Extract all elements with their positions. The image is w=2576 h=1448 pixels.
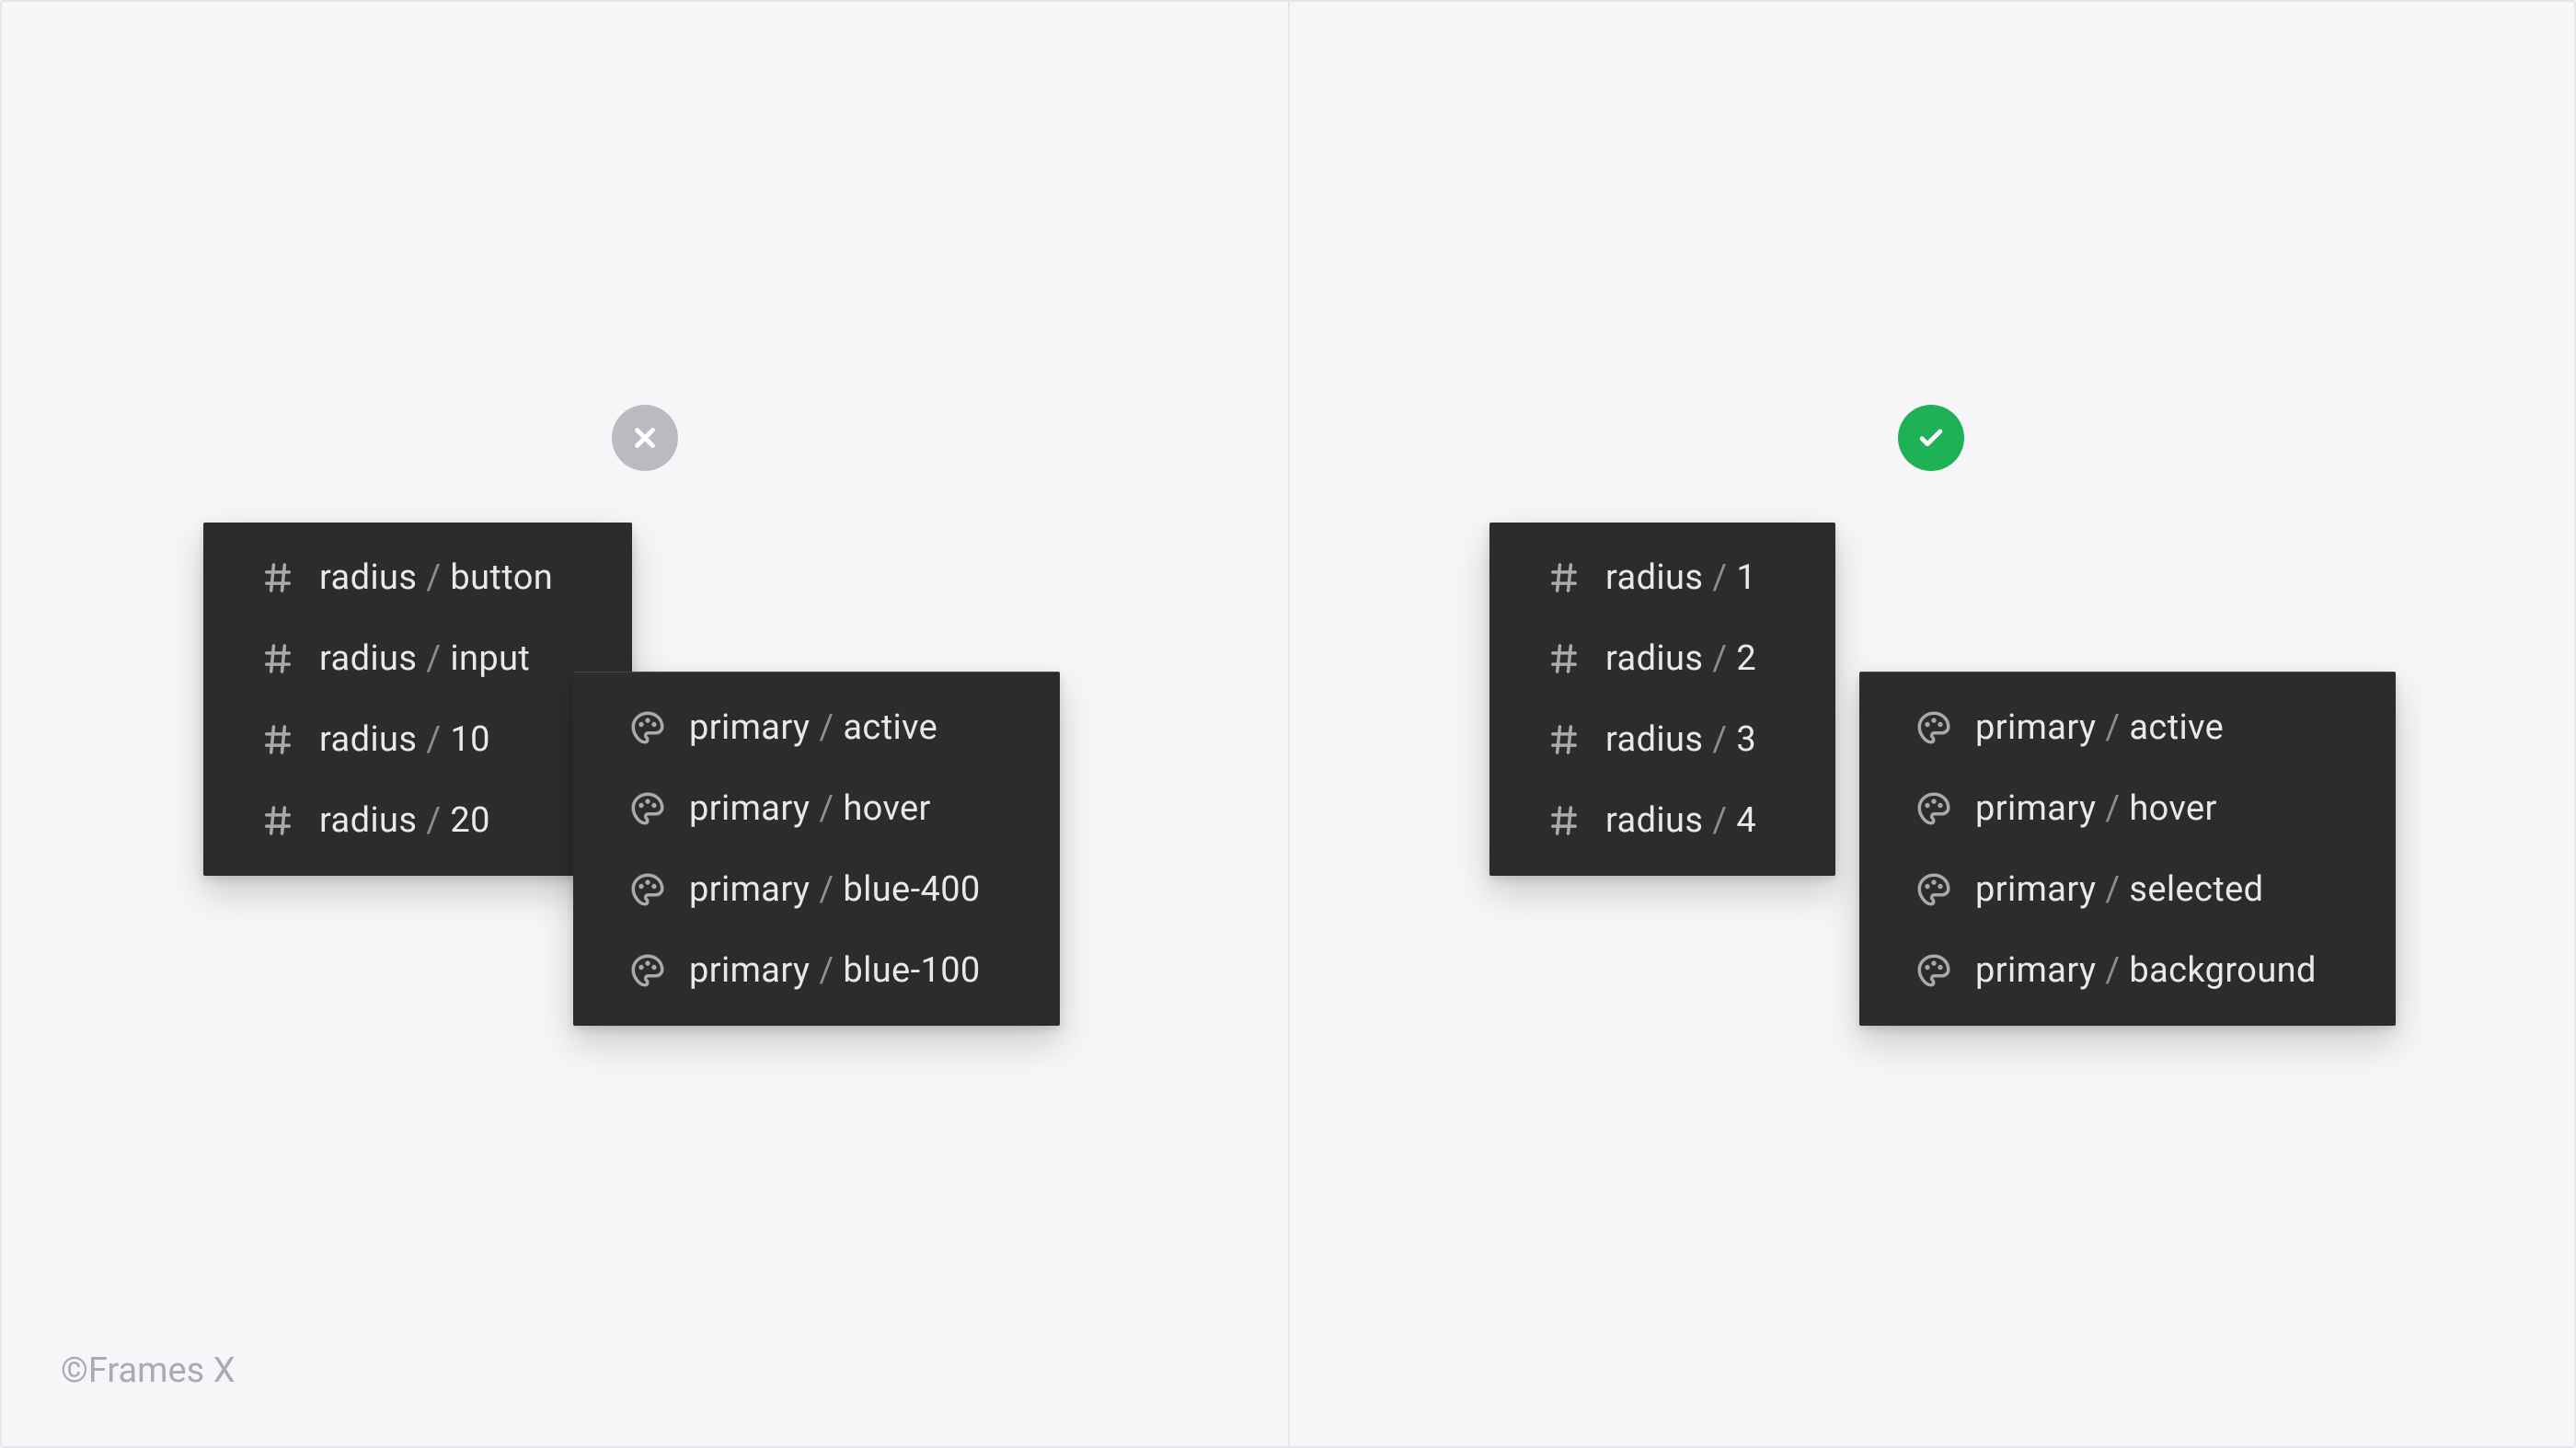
hash-icon <box>1545 639 1583 678</box>
token-row: radius/3 <box>1545 719 1756 760</box>
cross-icon <box>612 405 678 471</box>
token-label: radius/10 <box>319 719 490 760</box>
token-row: primary/active <box>628 707 981 748</box>
token-row: radius/4 <box>1545 800 1756 841</box>
token-row: primary/blue-100 <box>628 950 981 991</box>
token-label: radius/2 <box>1605 638 1756 679</box>
token-label: radius/button <box>319 557 553 598</box>
token-label: primary/selected <box>1975 869 2263 910</box>
hash-icon <box>1545 801 1583 840</box>
token-label: primary/blue-400 <box>689 869 981 910</box>
token-row: primary/hover <box>1915 788 2317 829</box>
hash-icon <box>1545 558 1583 597</box>
hash-icon <box>259 639 297 678</box>
hash-icon <box>259 720 297 759</box>
token-label: radius/4 <box>1605 800 1756 841</box>
token-row: primary/hover <box>628 788 981 829</box>
token-row: primary/selected <box>1915 869 2317 910</box>
token-row: radius/10 <box>259 719 553 760</box>
token-row: radius/button <box>259 557 553 598</box>
token-row: primary/blue-400 <box>628 869 981 910</box>
token-label: primary/hover <box>689 788 931 829</box>
token-label: primary/active <box>689 707 937 748</box>
token-label: primary/active <box>1975 707 2224 748</box>
token-row: primary/active <box>1915 707 2317 748</box>
token-row: radius/input <box>259 638 553 679</box>
token-label: primary/blue-100 <box>689 950 981 991</box>
hash-icon <box>259 558 297 597</box>
credit-text: ©Frames X <box>61 1350 236 1391</box>
hash-icon <box>1545 720 1583 759</box>
radius-tokens-card: radius/1 radius/2 radius/3 radius/4 <box>1489 523 1835 876</box>
palette-icon <box>628 708 667 747</box>
token-label: radius/1 <box>1605 557 1756 598</box>
palette-icon <box>628 789 667 828</box>
good-token-stack: radius/1 radius/2 radius/3 radius/4 <box>1489 523 2373 1052</box>
check-icon <box>1898 405 1964 471</box>
palette-icon <box>1915 708 1953 747</box>
token-label: radius/input <box>319 638 530 679</box>
token-row: primary/background <box>1915 950 2317 991</box>
palette-icon <box>628 951 667 990</box>
color-tokens-card: primary/active primary/hover primary/sel… <box>1859 672 2396 1026</box>
token-row: radius/2 <box>1545 638 1756 679</box>
token-row: radius/20 <box>259 800 553 841</box>
token-label: primary/background <box>1975 950 2317 991</box>
palette-icon <box>1915 951 1953 990</box>
color-tokens-card: primary/active primary/hover primary/blu… <box>573 672 1060 1026</box>
good-example-pane: radius/1 radius/2 radius/3 radius/4 <box>1288 2 2574 1446</box>
radius-tokens-card: radius/button radius/input radius/10 rad… <box>203 523 632 876</box>
palette-icon <box>1915 789 1953 828</box>
palette-icon <box>628 870 667 909</box>
token-label: primary/hover <box>1975 788 2217 829</box>
palette-icon <box>1915 870 1953 909</box>
comparison-canvas: radius/button radius/input radius/10 rad… <box>0 0 2576 1448</box>
hash-icon <box>259 801 297 840</box>
bad-token-stack: radius/button radius/input radius/10 rad… <box>203 523 1087 1052</box>
bad-example-pane: radius/button radius/input radius/10 rad… <box>2 2 1288 1446</box>
token-row: radius/1 <box>1545 557 1756 598</box>
token-label: radius/20 <box>319 800 490 841</box>
token-label: radius/3 <box>1605 719 1756 760</box>
